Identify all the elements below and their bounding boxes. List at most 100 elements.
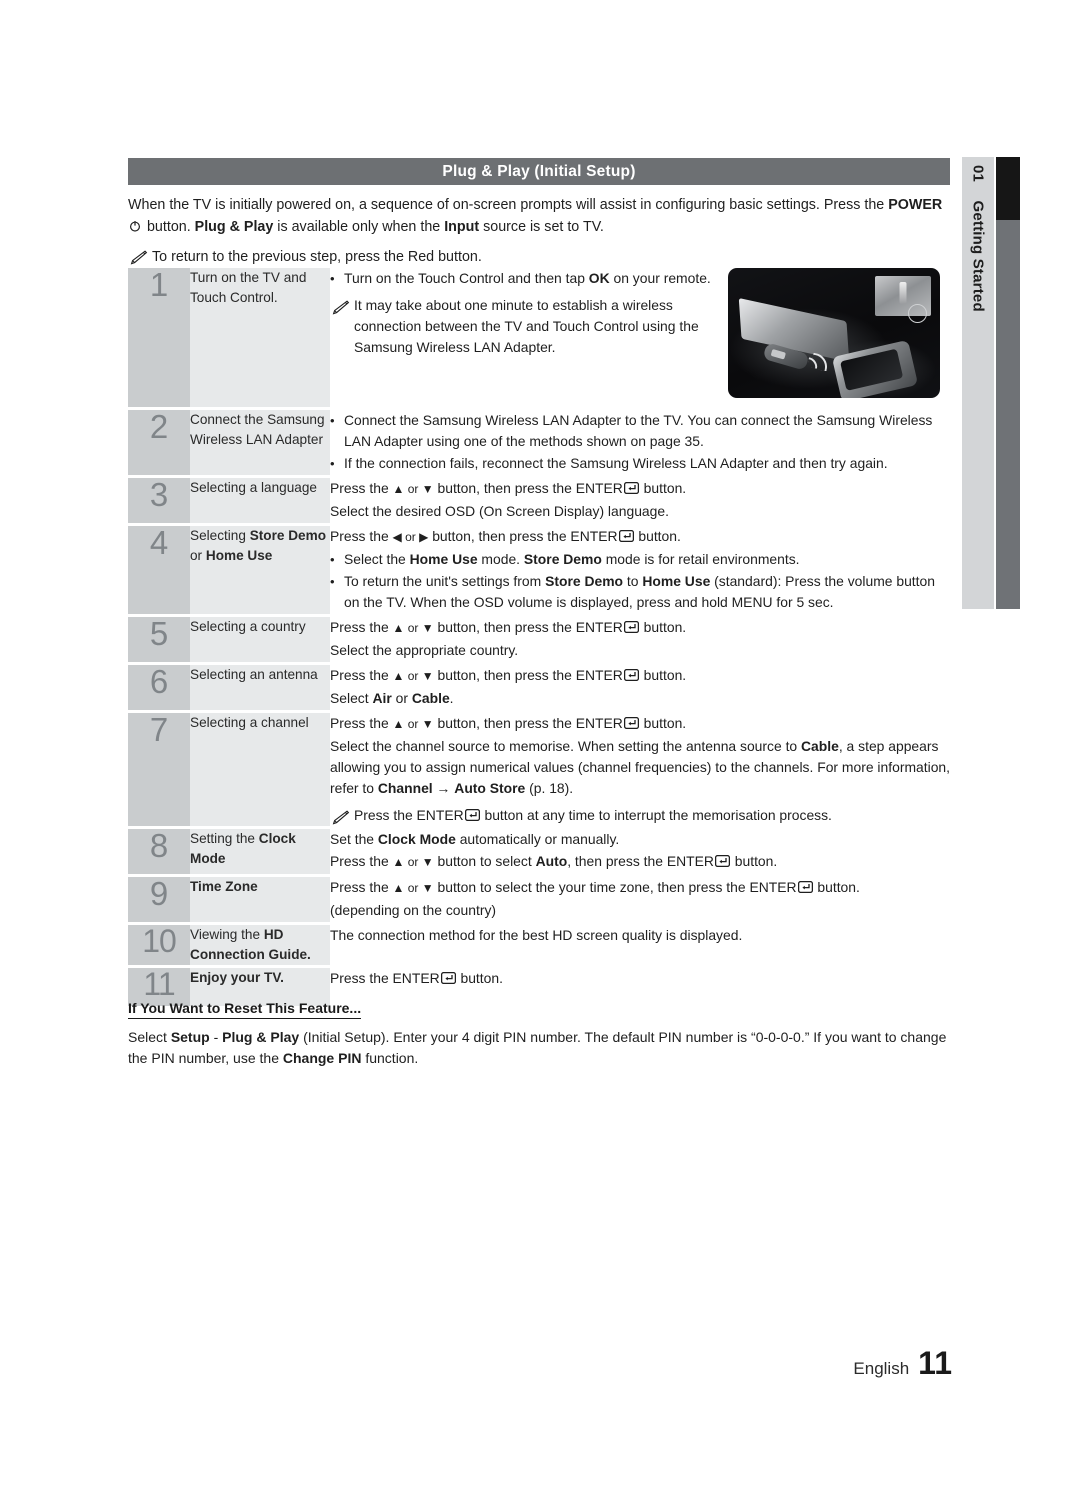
intro-note: To return to the previous step, press th… [128,246,948,268]
step-label: Selecting a country [190,615,330,665]
step-label: Time Zone [190,875,330,925]
table-row: 4 Selecting Store Demo or Home Use Press… [128,524,950,617]
step-number: 6 [128,663,190,713]
setup-steps-table: 1 Turn on the TV and Touch Control. • Tu… [128,268,950,1006]
step-note: Press the ENTER button at any time to in… [330,805,950,826]
step-paragraph: Select the channel source to memorise. W… [330,737,950,796]
line-post: button. [639,479,687,496]
label-bold-time-zone: Time Zone [190,878,258,894]
line-pre: Press the [330,852,393,869]
term-setup: Setup [170,1029,210,1045]
step-label: Turn on the TV and Touch Control. [190,268,330,410]
line-mid: button, then press the ENTER [433,479,623,496]
table-row: 8 Setting the Clock Mode Set the Clock M… [128,827,950,877]
line-mid: button, then press the ENTER [433,618,623,635]
bullet-text: If the connection fails, reconnect the S… [344,454,888,471]
bullet-dot: • [330,573,335,589]
pencil-note-icon [330,809,350,825]
step-label: Selecting a channel [190,711,330,829]
step-number: 3 [128,476,190,526]
step-line: Press the ▲ or ▼ button, then press the … [330,478,950,500]
power-label: POWER [888,197,943,213]
side-block-dark [996,157,1020,220]
arrow-keys: ◀ or ▶ [392,529,429,544]
step-note-text: It may take about one minute to establis… [354,297,699,355]
step-number: 2 [128,408,190,478]
label-mid: or [190,547,206,563]
line-mid2: , then press the ENTER [567,852,714,869]
step-number: 5 [128,615,190,665]
step-body: Press the ▲ or ▼ button, then press the … [330,711,950,829]
chapter-label: Getting Started [969,200,987,312]
arrow-keys: ▲ or ▼ [392,481,434,496]
step-thumbnail-cell [728,268,950,410]
table-row: 6 Selecting an antenna Press the ▲ or ▼ … [128,663,950,713]
bullet-item: • Select the Home Use mode. Store Demo m… [330,549,950,570]
bullet-text: Select the Home Use mode. Store Demo mod… [344,550,800,567]
step-line: Press the ▲ or ▼ button to select the yo… [330,877,950,899]
table-row: 7 Selecting a channel Press the ▲ or ▼ b… [128,711,950,829]
step-body: Press the ◀ or ▶ button, then press the … [330,524,950,617]
pencil-note-icon [330,299,350,315]
table-row: 9 Time Zone Press the ▲ or ▼ button to s… [128,875,950,925]
bullet-item: • To return the unit's settings from Sto… [330,571,950,613]
step-line: Select the appropriate country. [330,641,519,658]
arrow-keys: ▲ or ▼ [392,854,434,869]
intro-paragraph: When the TV is initially powered on, a s… [128,194,948,238]
reset-pre: Select [128,1029,171,1045]
side-color-blocks [996,157,1020,609]
term-air: Air [372,689,392,706]
chapter-side-tab: 01 Getting Started [962,157,994,609]
table-row: 2 Connect the Samsung Wireless LAN Adapt… [128,408,950,478]
intro-text-a: When the TV is initially powered on, a s… [128,197,889,213]
line-pre: Press the [330,714,393,731]
label-pre: Selecting [190,527,250,543]
step-line: Press the ENTER button. [330,968,950,989]
arrow-keys: ▲ or ▼ [392,716,434,731]
step-body: Press the ▲ or ▼ button to select the yo… [330,875,950,925]
enter-key-icon [797,878,813,893]
bullet-text: To return the unit's settings from Store… [344,572,935,610]
step-label: Connect the Samsung Wireless LAN Adapter [190,408,330,478]
line-mid: button, then press the ENTER [433,714,623,731]
term-plug-play: Plug & Play [222,1029,300,1045]
step-line: Press the ▲ or ▼ button, then press the … [330,713,950,735]
step-body: Press the ▲ or ▼ button, then press the … [330,663,950,713]
step-label: Selecting an antenna [190,663,330,713]
line-post: button. [639,618,687,635]
table-row: 1 Turn on the TV and Touch Control. • Tu… [128,268,950,410]
label-bold-enjoy-tv: Enjoy your TV. [190,969,284,985]
step-number: 9 [128,875,190,925]
section-title: Plug & Play (Initial Setup) [442,162,636,180]
step-line: The connection method for the best HD sc… [330,926,743,943]
line-post: button. [456,969,503,986]
bullet-item: • Connect the Samsung Wireless LAN Adapt… [330,410,950,452]
line-mid: or [391,689,412,706]
step-note: It may take about one minute to establis… [330,295,728,358]
power-icon [129,217,141,232]
step-body: • Turn on the Touch Control and then tap… [330,268,728,410]
footer-language: English [853,1359,910,1378]
bullet-dot: • [330,412,335,428]
table-row: 5 Selecting a country Press the ▲ or ▼ b… [128,615,950,665]
arrow-keys: ▲ or ▼ [392,620,434,635]
line-post: . [449,689,454,706]
enter-key-icon [714,852,730,867]
line-mid: button, then press the ENTER [433,666,623,683]
line-post: button. [730,852,778,869]
input-term: Input [444,219,480,235]
line-post: button. [639,714,687,731]
step-line: Press the ▲ or ▼ button, then press the … [330,665,950,687]
step-label: Viewing the HD Connection Guide. [190,923,330,968]
intro-block: When the TV is initially powered on, a s… [128,194,948,268]
step-body: Press the ▲ or ▼ button, then press the … [330,476,950,526]
reset-title: If You Want to Reset This Feature... [128,1000,362,1019]
intro-note-text: To return to the previous step, press th… [152,249,482,265]
line-mid: button to select the your time zone, the… [433,878,797,895]
step-body: The connection method for the best HD sc… [330,923,950,968]
label-pre: Setting the [190,830,259,846]
bullet-text: Connect the Samsung Wireless LAN Adapter… [344,411,933,449]
label-bold-home-use: Home Use [205,547,273,563]
arrow-keys: ▲ or ▼ [392,668,434,683]
step-line: Set the Clock Mode automatically or manu… [330,830,620,847]
